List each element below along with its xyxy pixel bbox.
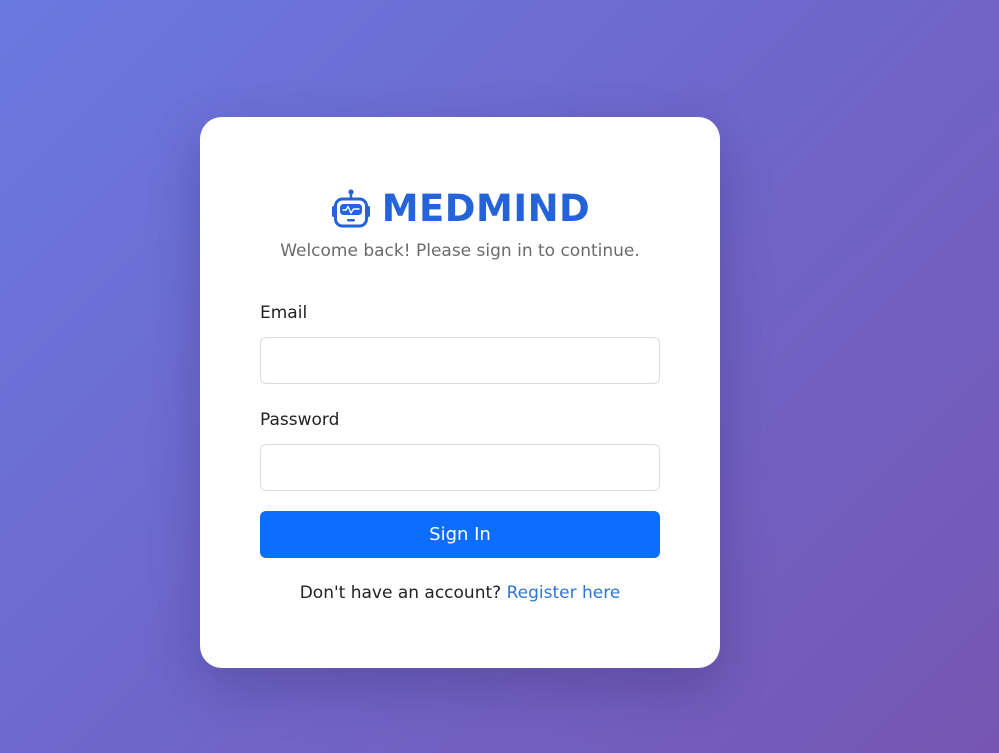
brand-title: MEDMIND: [381, 187, 591, 230]
login-card: MEDMIND Welcome back! Please sign in to …: [200, 117, 720, 668]
register-link[interactable]: Register here: [507, 583, 621, 603]
register-prompt-line: Don't have an account? Register here: [200, 583, 720, 603]
register-prompt-text: Don't have an account?: [299, 583, 502, 603]
welcome-subtitle: Welcome back! Please sign in to continue…: [280, 241, 640, 261]
email-label: Email: [260, 303, 308, 323]
sign-in-button[interactable]: Sign In: [260, 511, 660, 558]
email-field[interactable]: [260, 337, 660, 384]
password-label: Password: [260, 410, 340, 430]
robot-icon: [330, 189, 372, 229]
brand-header: MEDMIND: [200, 187, 720, 231]
password-field[interactable]: [260, 444, 660, 491]
